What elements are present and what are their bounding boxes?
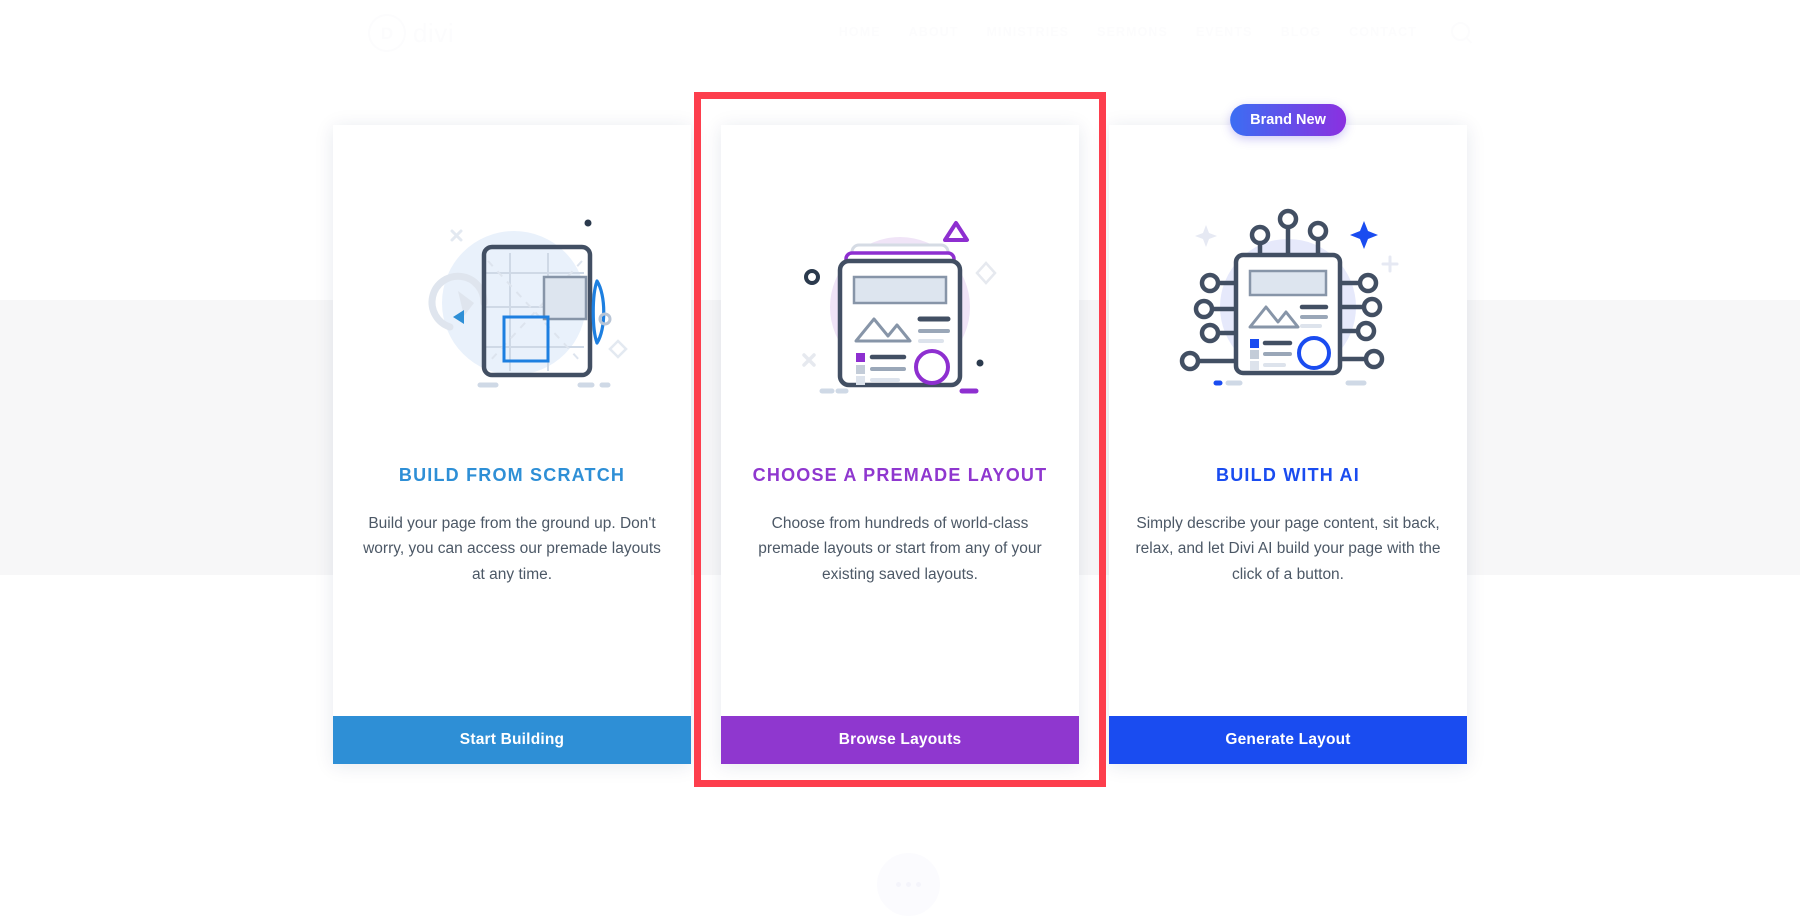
generate-layout-button[interactable]: Generate Layout [1109, 716, 1467, 764]
card-description-build-from-scratch: Build your page from the ground up. Don'… [363, 515, 661, 583]
card-body: CHOOSE A PREMADE LAYOUT Choose from hund… [721, 125, 1079, 716]
card-body: BUILD WITH AI Simply describe your page … [1109, 125, 1467, 716]
browse-layouts-button[interactable]: Browse Layouts [721, 716, 1079, 764]
card-title-build-with-ai: BUILD WITH AI [1216, 465, 1360, 485]
stacked-layouts-illustration [747, 125, 1053, 465]
option-card-choose-premade-layout[interactable]: CHOOSE A PREMADE LAYOUT Choose from hund… [721, 125, 1079, 764]
card-description-build-with-ai: Simply describe your page content, sit b… [1135, 515, 1441, 583]
card-title-build-from-scratch: BUILD FROM SCRATCH [398, 465, 626, 485]
card-description-choose-premade-layout: Choose from hundreds of world-class prem… [758, 515, 1042, 583]
page-creation-options: BUILD FROM SCRATCH Build your page from … [0, 0, 1800, 915]
option-card-build-from-scratch[interactable]: BUILD FROM SCRATCH Build your page from … [333, 125, 691, 764]
option-card-build-with-ai[interactable]: Brand New BUILD WITH AI Simply describe … [1109, 104, 1467, 764]
card-body: BUILD FROM SCRATCH Build your page from … [333, 125, 691, 716]
wireframe-grid-illustration [359, 125, 665, 465]
ai-circuit-layout-illustration [1135, 125, 1441, 465]
card-title-choose-premade-layout: CHOOSE A PREMADE LAYOUT [752, 465, 1048, 485]
brand-new-badge: Brand New [1230, 104, 1346, 136]
start-building-button[interactable]: Start Building [333, 716, 691, 764]
